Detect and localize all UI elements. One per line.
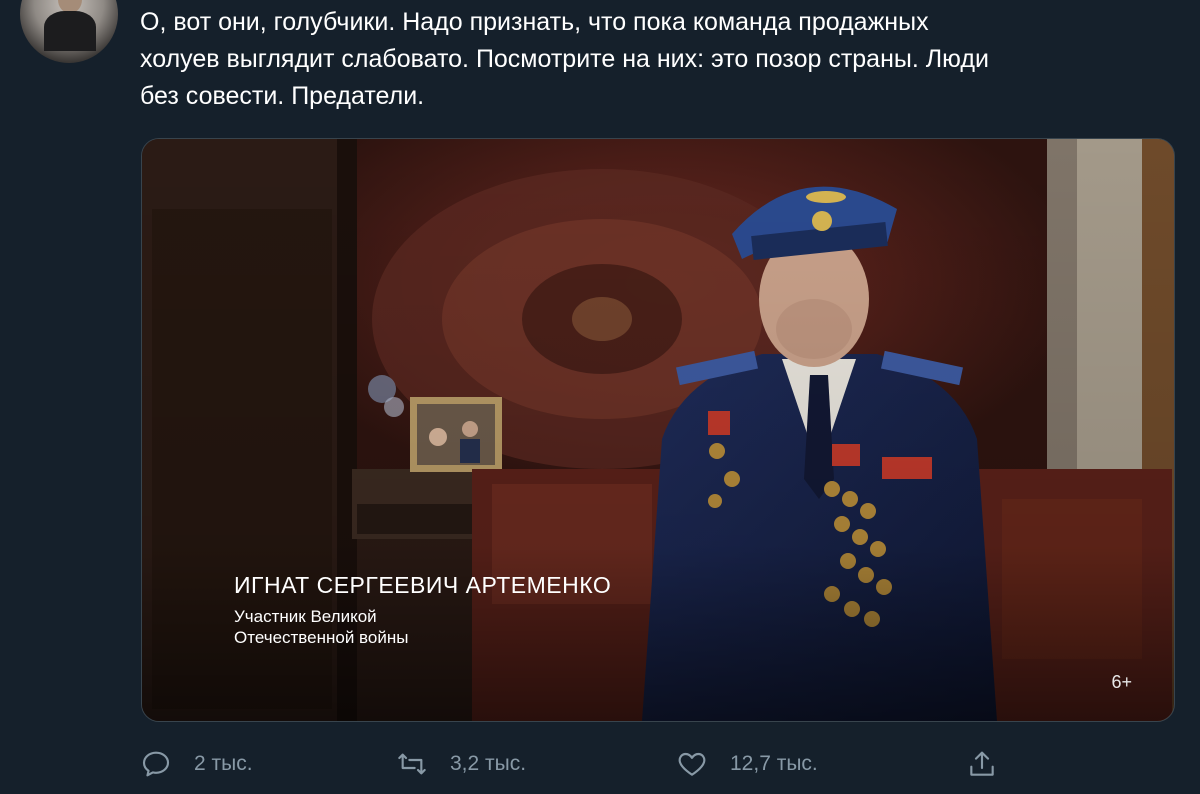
reply-icon: [142, 751, 170, 777]
retweet-button[interactable]: 3,2 тыс.: [396, 742, 526, 786]
tweet-action-bar: 2 тыс. 3,2 тыс. 12,7 тыс.: [0, 742, 1200, 786]
tweet-text: О, вот они, голубчики. Надо признать, чт…: [140, 8, 989, 110]
retweet-count: 3,2 тыс.: [450, 752, 527, 775]
avatar-body: [44, 11, 96, 51]
share-button[interactable]: [966, 742, 998, 786]
video-caption-line-1: Участник Великой: [234, 607, 377, 626]
video-caption-name: ИГНАТ СЕРГЕЕВИЧ АРТЕМЕНКО: [234, 572, 612, 598]
reply-count: 2 тыс.: [194, 752, 253, 775]
retweet-icon: [398, 753, 426, 775]
tweet-media-image[interactable]: ИГНАТ СЕРГЕЕВИЧ АРТЕМЕНКО Участник Велик…: [141, 138, 1175, 722]
age-rating-badge: 6+: [1111, 672, 1132, 692]
heart-icon: [678, 752, 706, 776]
like-count: 12,7 тыс.: [730, 752, 818, 775]
share-icon: [970, 751, 994, 776]
avatar[interactable]: [20, 0, 118, 63]
video-caption-line-2: Отечественной войны: [234, 628, 409, 647]
like-button[interactable]: 12,7 тыс.: [676, 742, 818, 786]
video-caption-subtitle: Участник Великой Отечественной войны: [234, 606, 408, 648]
reply-button[interactable]: 2 тыс.: [140, 742, 253, 786]
